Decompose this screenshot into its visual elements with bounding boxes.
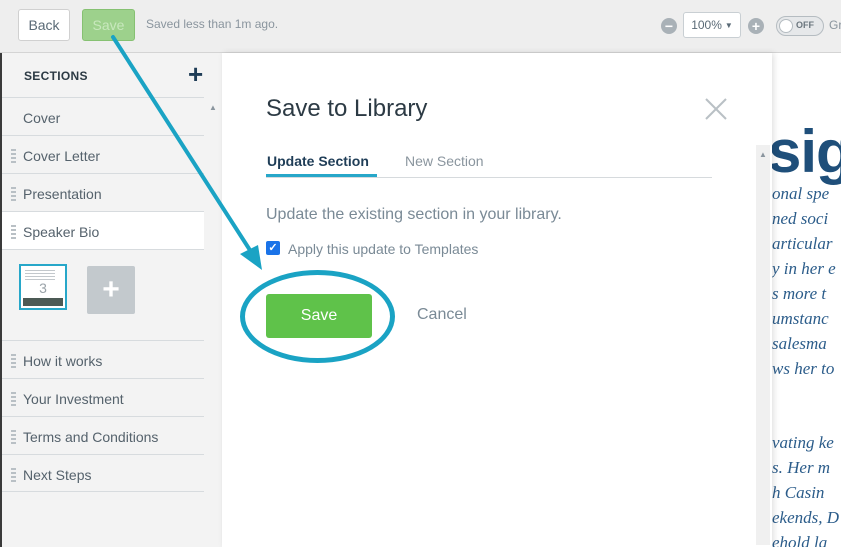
sections-header: SECTIONS	[24, 69, 88, 83]
drag-handle-icon[interactable]	[11, 392, 16, 406]
zoom-out-icon[interactable]: −	[661, 18, 677, 34]
sidebar-item-label: Cover Letter	[23, 148, 101, 164]
canvas-text-line: ehold la	[772, 533, 828, 547]
apply-to-templates-label[interactable]: Apply this update to Templates	[288, 241, 478, 257]
toolbar: Back Save Saved less than 1m ago. − 100%…	[0, 0, 841, 53]
sidebar-item-cover-letter[interactable]: Cover Letter	[2, 135, 204, 173]
canvas-text-line: s. Her m	[772, 458, 831, 477]
page-thumbnails: 3 +	[2, 249, 204, 340]
toggle-switch[interactable]: OFF	[776, 16, 824, 36]
tab-new-section[interactable]: New Section	[405, 153, 484, 169]
canvas-scrollbar[interactable]	[756, 145, 770, 545]
thumbnail-footer-image	[23, 298, 63, 306]
dialog-title: Save to Library	[266, 95, 428, 122]
toolbar-trailing-text: Gr	[829, 18, 841, 32]
toggle-label: OFF	[796, 20, 814, 30]
back-button[interactable]: Back	[18, 9, 70, 41]
close-icon[interactable]	[704, 97, 728, 121]
drag-handle-icon[interactable]	[11, 187, 16, 201]
sidebar-item-presentation[interactable]: Presentation	[2, 173, 204, 211]
canvas-text-line: ned soci	[772, 209, 829, 228]
dialog-description: Update the existing section in your libr…	[266, 206, 562, 223]
toggle-knob	[779, 19, 793, 33]
canvas-text-line: s more t	[772, 284, 827, 303]
sidebar-item-how-it-works[interactable]: How it works	[2, 340, 204, 378]
canvas-text-line: articular	[772, 234, 833, 253]
zoom-in-icon[interactable]: +	[748, 18, 764, 34]
tab-update-section[interactable]: Update Section	[267, 153, 369, 169]
add-section-icon[interactable]: +	[188, 59, 203, 90]
canvas-text-line: ws her to	[772, 359, 835, 378]
sidebar-item-terms-and-conditions[interactable]: Terms and Conditions	[2, 416, 204, 454]
sidebar-item-label: Speaker Bio	[23, 224, 100, 240]
sections-sidebar: SECTIONS + ▲ Cover Cover Letter Presenta…	[0, 53, 220, 547]
zoom-value: 100%	[691, 18, 722, 32]
thumbnail-page-number: 3	[39, 280, 47, 296]
drag-handle-icon[interactable]	[11, 149, 16, 163]
highlight-ring	[240, 270, 395, 363]
chevron-down-icon: ▼	[724, 20, 733, 30]
scroll-up-icon[interactable]: ▲	[759, 150, 767, 159]
drag-handle-icon[interactable]	[11, 225, 16, 239]
drag-handle-icon[interactable]	[11, 468, 16, 482]
canvas-text-line: ekends, D	[772, 508, 840, 527]
drag-handle-icon[interactable]	[11, 354, 16, 368]
document-canvas[interactable]: sig onal spe ned soci articular y in her…	[772, 53, 841, 547]
active-tab-indicator	[266, 174, 377, 177]
drag-handle-icon[interactable]	[11, 430, 16, 444]
canvas-text-line: onal spe	[772, 184, 830, 203]
sidebar-item-label: Cover	[23, 110, 61, 126]
add-page-button[interactable]: +	[87, 266, 135, 314]
sidebar-item-speaker-bio[interactable]: Speaker Bio	[2, 211, 204, 249]
canvas-text-line: umstanc	[772, 309, 829, 328]
dialog-tabs: Update Section New Section	[266, 149, 712, 178]
canvas-text-line: h Casin	[772, 483, 825, 502]
apply-to-templates-checkbox[interactable]: ✓	[266, 241, 280, 255]
canvas-text-line: y in her e	[772, 259, 836, 278]
page-thumbnail[interactable]: 3	[19, 264, 67, 310]
zoom-select[interactable]: 100% ▼	[683, 12, 741, 38]
sidebar-item-label: Terms and Conditions	[23, 429, 159, 445]
canvas-text-line: vating ke	[772, 433, 834, 452]
sidebar-item-cover[interactable]: Cover	[2, 97, 204, 135]
sidebar-item-next-steps[interactable]: Next Steps	[2, 454, 204, 492]
canvas-text-line: salesma	[772, 334, 827, 353]
canvas-heading: sig	[772, 118, 841, 185]
sidebar-item-label: Next Steps	[23, 467, 92, 483]
saved-status: Saved less than 1m ago.	[146, 17, 279, 31]
thumbnail-text-lines	[25, 270, 55, 280]
section-list: Cover Cover Letter Presentation Speaker …	[2, 97, 204, 492]
scroll-up-icon[interactable]: ▲	[209, 103, 217, 112]
sidebar-item-label: Presentation	[23, 186, 102, 202]
toolbar-save-button[interactable]: Save	[82, 9, 135, 41]
cancel-button[interactable]: Cancel	[417, 306, 467, 324]
sidebar-item-your-investment[interactable]: Your Investment	[2, 378, 204, 416]
sidebar-item-label: How it works	[23, 353, 103, 369]
sidebar-item-label: Your Investment	[23, 391, 124, 407]
save-to-library-dialog: Save to Library Update Section New Secti…	[222, 53, 772, 547]
